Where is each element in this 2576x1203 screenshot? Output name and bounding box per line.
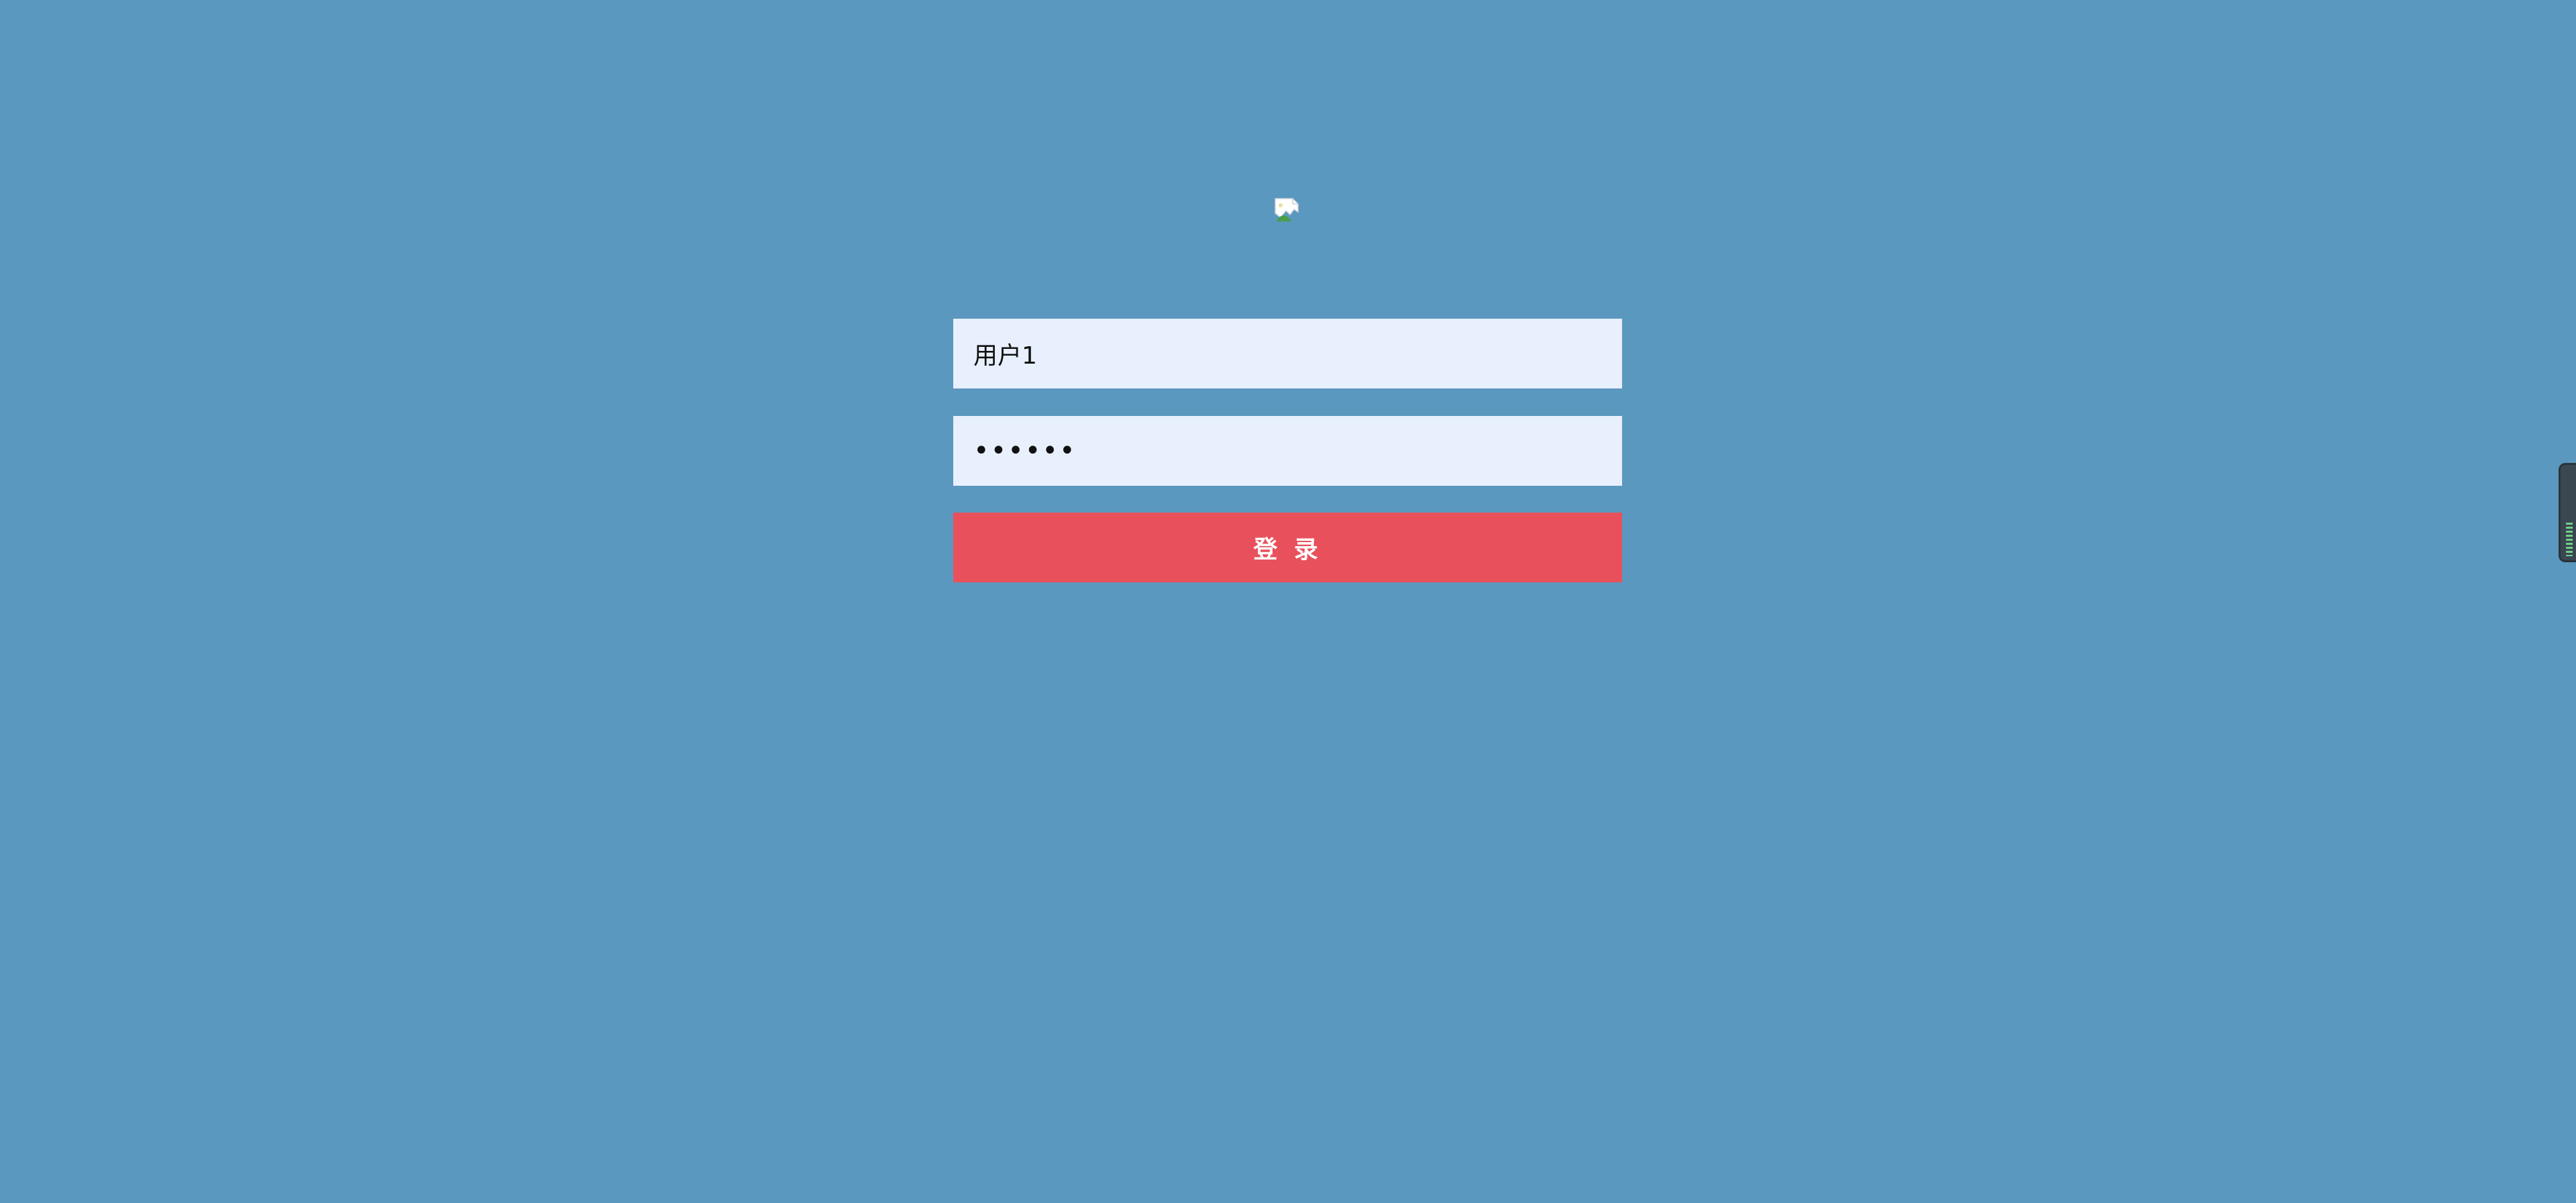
login-page: 登 录 [0, 0, 2576, 1203]
level-meter-icon[interactable] [2559, 463, 2576, 562]
username-input[interactable] [953, 319, 1622, 388]
login-button[interactable]: 登 录 [953, 513, 1622, 582]
password-input[interactable] [953, 416, 1622, 486]
broken-image-icon [1274, 197, 1301, 224]
meter-bars [2566, 523, 2573, 556]
